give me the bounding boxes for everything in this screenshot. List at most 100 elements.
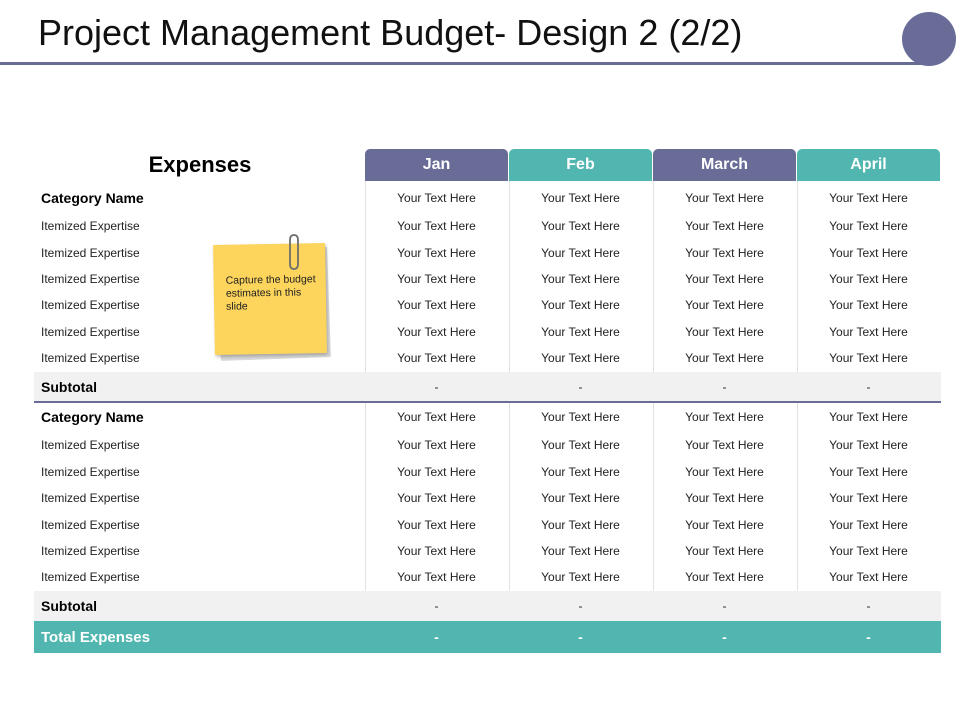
table-row: Itemized Expertise Your Text Here Your Tex… (34, 266, 941, 292)
row-label: Itemized Expertise (41, 465, 140, 479)
row-label: Itemized Expertise (41, 246, 140, 260)
table-cell: Your Text Here (541, 191, 620, 205)
table-cell: - (434, 599, 439, 613)
table-cell: Your Text Here (397, 465, 476, 479)
table-row: Itemized Expertise Your Text Here Your Tex… (34, 459, 941, 485)
table-row: Itemized Expertise Your Text Here Your Tex… (34, 512, 941, 538)
table-cell: - (434, 379, 439, 394)
table-row: Itemized Expertise Your Text Here Your Tex… (34, 538, 941, 564)
table-cell: Your Text Here (541, 246, 620, 260)
section-separator (34, 401, 941, 403)
table-cell: Your Text Here (829, 518, 908, 532)
total-expenses-row: Total Expenses - - - - (34, 621, 941, 653)
table-cell: Your Text Here (829, 325, 908, 339)
table-cell: Your Text Here (829, 491, 908, 505)
table-cell: Your Text Here (829, 298, 908, 312)
table-cell: Your Text Here (397, 191, 476, 205)
table-cell: Your Text Here (829, 246, 908, 260)
slide-title: Project Management Budget- Design 2 (2/2… (38, 12, 743, 53)
column-header-jan: Jan (365, 149, 508, 181)
table-cell: Your Text Here (541, 570, 620, 584)
row-label: Itemized Expertise (41, 351, 140, 365)
table-cell: Your Text Here (541, 325, 620, 339)
table-cell: Your Text Here (541, 272, 620, 286)
table-cell: - (578, 599, 583, 613)
sticky-note: Capture the budget estimates in this sli… (213, 243, 327, 355)
table-cell: Your Text Here (541, 544, 620, 558)
table-cell: Your Text Here (685, 544, 764, 558)
row-label: Itemized Expertise (41, 544, 140, 558)
row-label: Itemized Expertise (41, 298, 140, 312)
table-row: Itemized Expertise Your Text Here Your Tex… (34, 432, 941, 458)
table-cell: Your Text Here (397, 219, 476, 233)
table-cell: Your Text Here (829, 191, 908, 205)
table-cell: Your Text Here (685, 465, 764, 479)
table-cell: Your Text Here (541, 410, 620, 424)
table-cell: Your Text Here (685, 246, 764, 260)
table-cell: Your Text Here (685, 438, 764, 452)
table-cell: Your Text Here (397, 298, 476, 312)
table-cell: Your Text Here (397, 351, 476, 365)
table-row: Itemized Expertise Your Text Here Your Tex… (34, 213, 941, 239)
row-label: Category Name (41, 190, 144, 206)
table-cell: Your Text Here (397, 246, 476, 260)
table-cell: Your Text Here (541, 219, 620, 233)
column-header-april: April (797, 149, 940, 181)
row-label: Total Expenses (41, 628, 150, 646)
table-cell: Your Text Here (829, 465, 908, 479)
table-cell: Your Text Here (541, 491, 620, 505)
table-row: Itemized Expertise Your Text Here Your Tex… (34, 564, 941, 590)
table-cell: Your Text Here (685, 410, 764, 424)
column-header-feb: Feb (509, 149, 652, 181)
row-label: Category Name (41, 409, 144, 425)
table-row: Itemized Expertise Your Text Here Your Tex… (34, 485, 941, 511)
table-cell: - (866, 379, 871, 394)
table-cell: Your Text Here (397, 518, 476, 532)
table-cell: Your Text Here (397, 438, 476, 452)
table-cell: Your Text Here (685, 491, 764, 505)
table-row: Itemized Expertise Your Text Here Your Tex… (34, 240, 941, 266)
table-cell: Your Text Here (541, 298, 620, 312)
table-cell: Your Text Here (397, 410, 476, 424)
title-underline (0, 62, 930, 65)
table-row: Itemized Expertise Your Text Here Your Tex… (34, 319, 941, 345)
row-label: Itemized Expertise (41, 570, 140, 584)
table-row: Itemized Expertise Your Text Here Your Tex… (34, 292, 941, 318)
table-cell: Your Text Here (685, 518, 764, 532)
table-cell: - (722, 629, 727, 645)
table-cell: Your Text Here (829, 272, 908, 286)
table-cell: - (434, 629, 439, 645)
table-cell: Your Text Here (829, 570, 908, 584)
table-cell: Your Text Here (685, 298, 764, 312)
table-cell: Your Text Here (829, 410, 908, 424)
table-cell: Your Text Here (685, 570, 764, 584)
table-cell: - (578, 629, 583, 645)
table-cell: Your Text Here (685, 351, 764, 365)
table-row: Itemized Expertise Your Text Here Your Tex… (34, 345, 941, 371)
table-cell: - (578, 379, 583, 394)
row-label: Itemized Expertise (41, 325, 140, 339)
table-cell: Your Text Here (541, 465, 620, 479)
table-cell: Your Text Here (397, 325, 476, 339)
category-row: Category Name Your Text Here Your Text Her… (34, 403, 941, 431)
table-cell: Your Text Here (541, 438, 620, 452)
table-cell: Your Text Here (685, 325, 764, 339)
table-cell: Your Text Here (829, 219, 908, 233)
row-label: Itemized Expertise (41, 438, 140, 452)
column-header-march: March (653, 149, 796, 181)
table-cell: - (866, 599, 871, 613)
table-cell: Your Text Here (397, 570, 476, 584)
table-cell: Your Text Here (685, 191, 764, 205)
row-label: Itemized Expertise (41, 219, 140, 233)
table-cell: Your Text Here (541, 351, 620, 365)
table-cell: Your Text Here (829, 438, 908, 452)
table-cell: Your Text Here (829, 544, 908, 558)
table-cell: - (866, 629, 871, 645)
row-label: Itemized Expertise (41, 518, 140, 532)
subtotal-row: Subtotal - - - - (34, 372, 941, 401)
table-cell: - (722, 379, 727, 394)
table-cell: - (722, 599, 727, 613)
category-row: Category Name Your Text Here Your Text Her… (34, 183, 941, 213)
table-cell: Your Text Here (397, 272, 476, 286)
row-label: Itemized Expertise (41, 491, 140, 505)
